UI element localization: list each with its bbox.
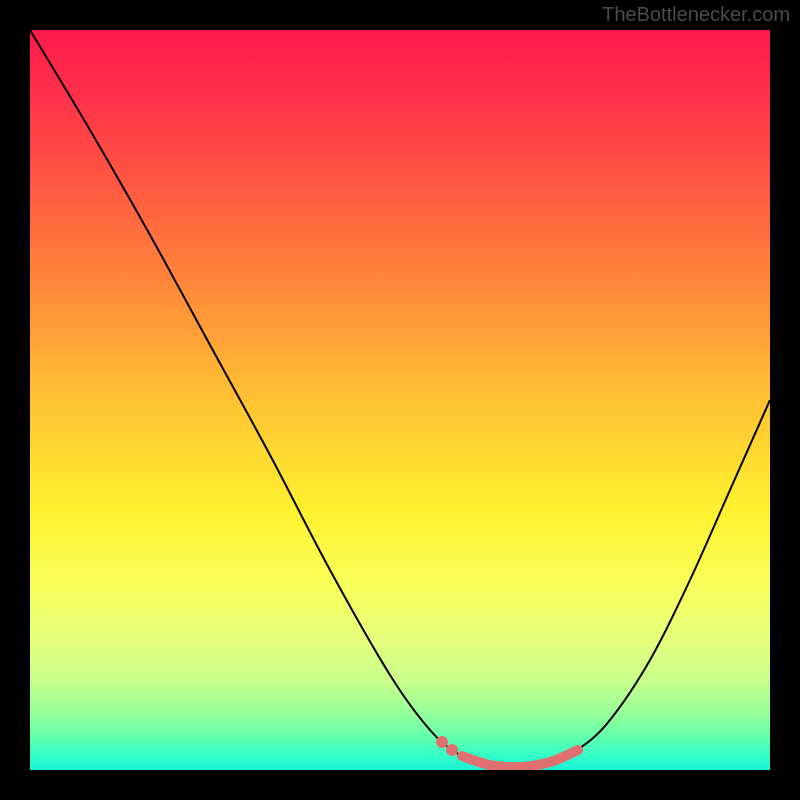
chart-svg: [30, 30, 770, 770]
bottleneck-curve: [30, 30, 770, 767]
optimal-range-highlight: [462, 750, 578, 767]
watermark-text: TheBottlenecker.com: [602, 4, 790, 27]
chart-container: [30, 30, 770, 770]
highlight-dot: [446, 744, 458, 756]
highlight-dot: [436, 736, 448, 748]
